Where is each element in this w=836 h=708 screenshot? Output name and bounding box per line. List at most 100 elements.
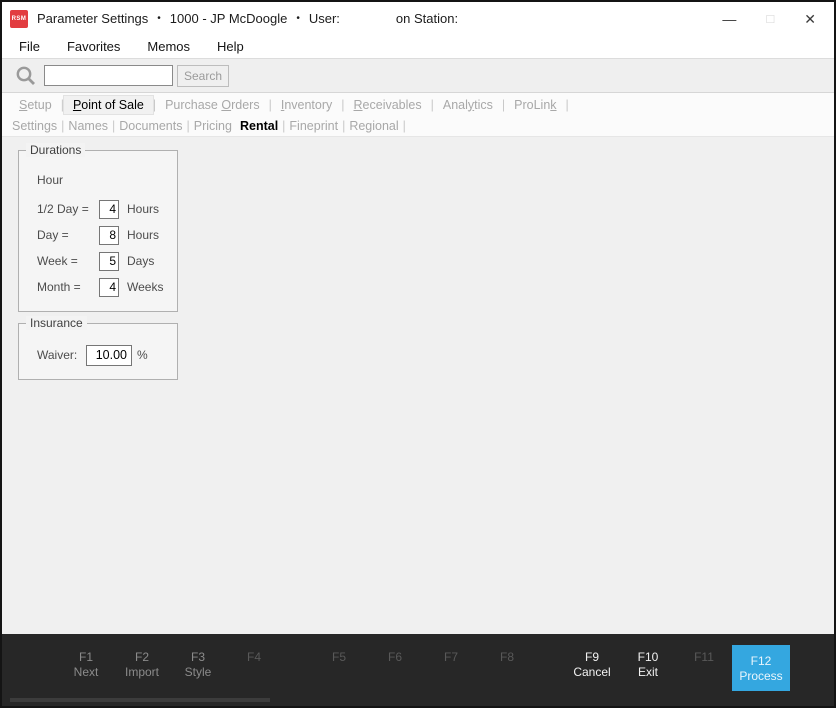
fkey-f9-cancel[interactable]: F9 Cancel — [564, 650, 620, 691]
sub-tab-bar: Settings | Names | Documents | Pricing R… — [2, 116, 834, 137]
subtab-pricing[interactable]: Pricing — [190, 118, 236, 134]
tab-label-accel: k — [550, 98, 556, 112]
half-day-hours-input[interactable] — [99, 200, 119, 219]
month-row: Month = Weeks — [37, 277, 177, 297]
fkey-action: Process — [732, 669, 790, 684]
fkey-f2-import[interactable]: F2 Import — [114, 650, 170, 680]
day-row: Day = Hours — [37, 225, 177, 245]
fkey-f8: F8 — [479, 650, 535, 665]
tab-point-of-sale[interactable]: Point of Sale — [64, 96, 153, 114]
tab-label-post: nventory — [284, 98, 332, 112]
user-label: User: — [309, 11, 340, 26]
station-label: on Station: — [396, 11, 458, 26]
search-input[interactable] — [44, 65, 173, 86]
horizontal-scrollbar-thumb[interactable] — [10, 698, 270, 702]
tab-label-post: tics — [474, 98, 493, 112]
minimize-icon[interactable]: — — [722, 12, 736, 26]
function-key-bar: F1 Next F2 Import F3 Style F4 F5 F6 — [2, 634, 834, 706]
fkey-action: Exit — [620, 665, 676, 680]
fkey-action: Next — [58, 665, 114, 680]
app-title: Parameter Settings — [37, 11, 148, 26]
tab-label-pre: Purchase — [165, 98, 221, 112]
main-tab-bar: Setup | Point of Sale | Purchase Orders … — [2, 93, 834, 116]
durations-groupbox: Durations Hour 1/2 Day = Hours Day = Hou… — [18, 150, 178, 312]
tab-purchase-orders[interactable]: Purchase Orders — [156, 96, 269, 114]
tab-receivables[interactable]: Receivables — [345, 96, 431, 114]
tab-label-post: rders — [231, 98, 259, 112]
subtab-documents[interactable]: Documents — [115, 118, 186, 134]
title-bullet: • — [296, 13, 300, 24]
day-hours-input[interactable] — [99, 226, 119, 245]
fkey-number: F7 — [423, 650, 479, 665]
fkey-number: F10 — [620, 650, 676, 665]
fkey-f10-exit[interactable]: F10 Exit — [620, 650, 676, 691]
half-day-label: 1/2 Day = — [37, 202, 99, 216]
app-window: RSM Parameter Settings • 1000 - JP McDoo… — [0, 0, 836, 708]
fkey-group-1: F1 Next F2 Import F3 Style F4 — [58, 650, 282, 680]
tab-label-post: oint of Sale — [81, 98, 144, 112]
subtab-settings[interactable]: Settings — [8, 118, 61, 134]
fkey-f4: F4 — [226, 650, 282, 680]
fkey-number: F12 — [732, 654, 790, 669]
waiver-unit: % — [137, 348, 148, 362]
tab-setup[interactable]: Setup — [10, 96, 61, 114]
fkey-number: F3 — [170, 650, 226, 665]
subtab-regional[interactable]: Regional — [345, 118, 402, 134]
fkey-number: F2 — [114, 650, 170, 665]
fkey-f11: F11 — [676, 650, 732, 691]
tab-label-pre: ProLin — [514, 98, 550, 112]
menu-favorites[interactable]: Favorites — [67, 39, 120, 54]
subtab-separator: | — [403, 119, 406, 133]
waiver-row: Waiver: % — [37, 344, 177, 366]
window-controls: — □ ✕ — [722, 12, 826, 26]
insurance-groupbox: Insurance Waiver: % — [18, 323, 178, 380]
fkey-number: F1 — [58, 650, 114, 665]
tab-label-accel: R — [354, 98, 363, 112]
menu-bar: File Favorites Memos Help — [2, 35, 834, 59]
tab-inventory[interactable]: Inventory — [272, 96, 341, 114]
maximize-icon: □ — [766, 12, 774, 25]
week-unit: Days — [127, 254, 154, 268]
close-icon[interactable]: ✕ — [804, 12, 816, 26]
fkey-action: Style — [170, 665, 226, 680]
month-label: Month = — [37, 280, 99, 294]
month-unit: Weeks — [127, 280, 163, 294]
week-days-input[interactable] — [99, 252, 119, 271]
tab-prolink[interactable]: ProLink — [505, 96, 565, 114]
fkey-f6: F6 — [367, 650, 423, 665]
fkey-number: F11 — [676, 650, 732, 665]
tab-label-accel: O — [221, 98, 231, 112]
fkey-f5: F5 — [311, 650, 367, 665]
fkey-number: F5 — [311, 650, 367, 665]
fkey-f7: F7 — [423, 650, 479, 665]
month-weeks-input[interactable] — [99, 278, 119, 297]
fkey-f1-next[interactable]: F1 Next — [58, 650, 114, 680]
title-bullet: • — [157, 13, 161, 24]
tab-separator: | — [566, 98, 569, 112]
week-row: Week = Days — [37, 251, 177, 271]
search-bar: Search — [2, 59, 834, 93]
menu-file[interactable]: File — [19, 39, 40, 54]
window-title: Parameter Settings • 1000 - JP McDoogle … — [37, 11, 458, 26]
durations-group-title: Durations — [26, 143, 85, 157]
search-button[interactable]: Search — [177, 65, 229, 87]
insurance-group-title: Insurance — [26, 316, 87, 330]
fkey-action: Cancel — [564, 665, 620, 680]
tab-label-post: eceivables — [363, 98, 422, 112]
fkey-f3-style[interactable]: F3 Style — [170, 650, 226, 680]
half-day-row: 1/2 Day = Hours — [37, 199, 177, 219]
entity-title: 1000 - JP McDoogle — [170, 11, 288, 26]
tab-analytics[interactable]: Analytics — [434, 96, 502, 114]
menu-memos[interactable]: Memos — [147, 39, 190, 54]
menu-help[interactable]: Help — [217, 39, 244, 54]
waiver-label: Waiver: — [37, 348, 86, 362]
title-bar: RSM Parameter Settings • 1000 - JP McDoo… — [2, 2, 834, 35]
fkey-action: Import — [114, 665, 170, 680]
subtab-fineprint[interactable]: Fineprint — [285, 118, 342, 134]
fkey-f12-process-button[interactable]: F12 Process — [732, 645, 790, 691]
waiver-percent-input[interactable] — [86, 345, 132, 366]
subtab-rental[interactable]: Rental — [236, 118, 282, 134]
subtab-names[interactable]: Names — [64, 118, 112, 134]
fkey-number: F4 — [226, 650, 282, 665]
fkey-number: F8 — [479, 650, 535, 665]
